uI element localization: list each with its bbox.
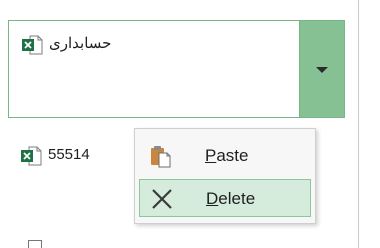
- file-item-selected[interactable]: حسابداری: [8, 20, 345, 118]
- context-menu: Paste Delete: [134, 128, 316, 224]
- file-dropdown-button[interactable]: [299, 21, 344, 117]
- delete-x-icon: [152, 189, 172, 209]
- pane-divider: [358, 0, 359, 248]
- excel-file-icon: [21, 146, 42, 166]
- file-name: حسابداری: [49, 35, 112, 52]
- menu-item-label: Paste: [205, 146, 249, 165]
- file-name: 55514: [48, 146, 90, 163]
- menu-item-delete[interactable]: Delete: [139, 179, 311, 217]
- file-icon: [28, 240, 42, 248]
- file-item[interactable]: 55514: [8, 144, 138, 166]
- chevron-down-icon: [316, 67, 328, 73]
- excel-file-icon: [22, 35, 43, 55]
- menu-item-label: Delete: [206, 189, 256, 208]
- menu-item-paste[interactable]: Paste: [139, 137, 311, 175]
- paste-icon: [151, 146, 171, 168]
